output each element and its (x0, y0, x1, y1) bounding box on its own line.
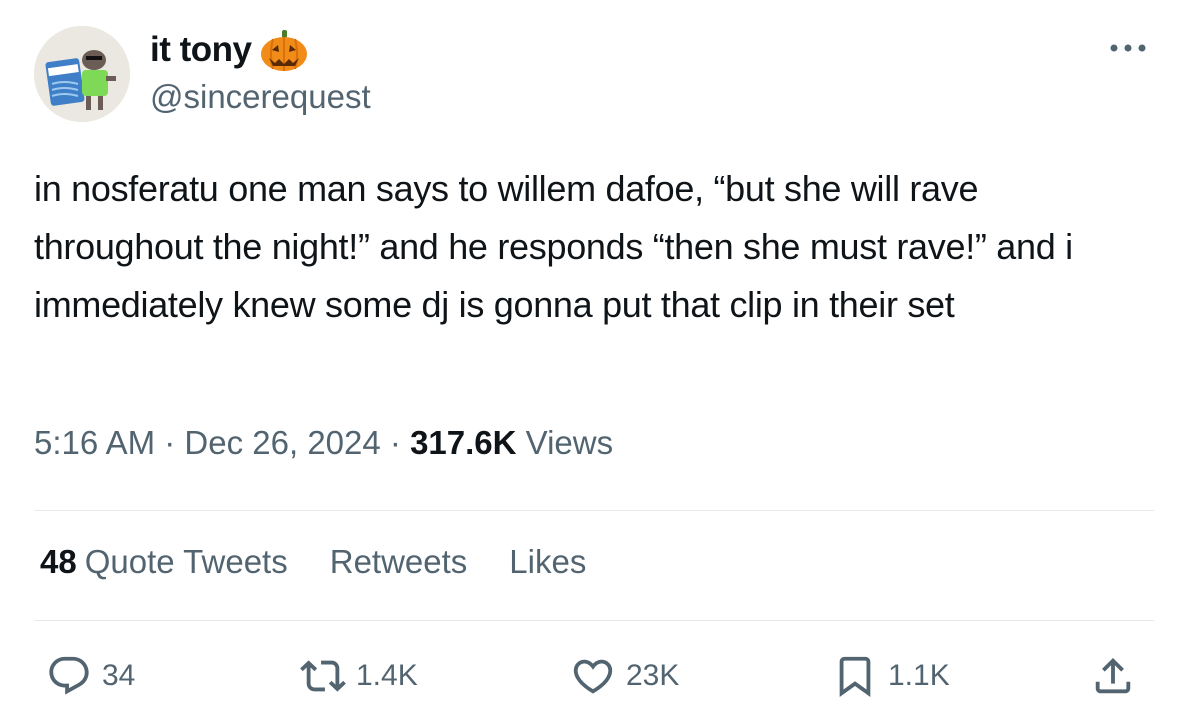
author-handle[interactable]: @sincerequest (150, 78, 371, 116)
bookmark-button[interactable]: 1.1K (832, 648, 950, 704)
divider (34, 620, 1154, 621)
retweets-link[interactable]: Retweets (330, 543, 468, 581)
like-count: 23K (626, 659, 680, 692)
bookmark-count: 1.1K (888, 659, 950, 692)
divider (34, 510, 1154, 511)
engagement-stats: 48 Quote Tweets Retweets Likes (40, 543, 586, 581)
like-icon (573, 659, 613, 694)
reply-button[interactable]: 34 (46, 648, 135, 704)
retweet-count: 1.4K (356, 659, 418, 692)
bookmark-icon (839, 656, 871, 697)
tweet-meta: 5:16 AM · Dec 26, 2024 · 317.6K Views (34, 424, 613, 462)
more-horizontal-icon (1110, 44, 1146, 52)
retweet-button[interactable]: 1.4K (300, 648, 418, 704)
tweet-text: in nosferatu one man says to willem dafo… (34, 168, 1073, 325)
quote-tweets-link[interactable]: 48 Quote Tweets (40, 543, 288, 581)
views-count: 317.6K (410, 424, 517, 461)
tweet-time[interactable]: 5:16 AM (34, 424, 155, 461)
more-button[interactable] (1108, 36, 1148, 60)
pumpkin-icon (261, 30, 308, 71)
retweet-icon (300, 660, 346, 692)
action-bar: 34 1.4K 23K 1.1K (0, 648, 1180, 704)
meta-separator: · (389, 424, 401, 461)
avatar-image (34, 26, 130, 122)
author-name-row[interactable]: it tony (150, 30, 309, 71)
tweet-date[interactable]: Dec 26, 2024 (184, 424, 380, 461)
reply-icon (49, 656, 89, 695)
views-label: Views (525, 424, 614, 461)
quote-count: 48 (40, 543, 77, 580)
share-icon (1095, 657, 1131, 694)
quote-label: Quote Tweets (84, 543, 288, 580)
like-button[interactable]: 23K (570, 648, 679, 704)
meta-separator: · (164, 424, 176, 461)
likes-link[interactable]: Likes (509, 543, 586, 581)
avatar[interactable] (34, 26, 130, 122)
display-name[interactable]: it tony (150, 30, 252, 70)
reply-count: 34 (102, 659, 136, 692)
share-button[interactable] (1090, 648, 1136, 704)
